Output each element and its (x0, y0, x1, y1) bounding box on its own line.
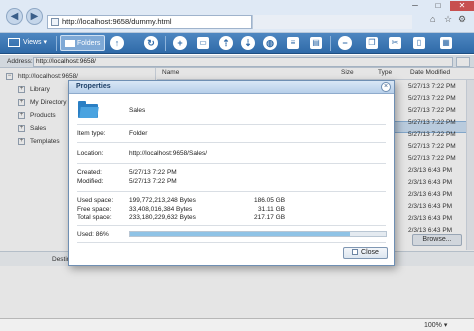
views-icon (8, 37, 20, 47)
tab-strip[interactable] (252, 15, 412, 29)
url-text: http://localhost:9658/dummy.html (62, 17, 172, 26)
usage-progress-fill (130, 232, 351, 236)
forward-button[interactable]: ▶ (26, 8, 43, 25)
minimize-button[interactable]: ─ (404, 1, 426, 11)
folder-icon (65, 39, 75, 47)
folder-icon (78, 101, 99, 118)
close-button-icon (352, 249, 359, 256)
item-name: Sales (129, 107, 146, 114)
used-percent-label: Used: 86% (77, 231, 109, 238)
divider (77, 163, 386, 164)
upload-icon[interactable]: ⇡ (219, 36, 233, 50)
properties-dialog: Properties × Sales Item type: Folder Loc… (68, 80, 395, 266)
used-space-label: Used space: (77, 197, 114, 204)
total-space-label: Total space: (77, 214, 112, 221)
dialog-title-bar[interactable]: Properties (69, 81, 394, 94)
delete-icon[interactable]: − (338, 36, 352, 50)
home-icon[interactable]: ⌂ (430, 14, 435, 24)
refresh-icon[interactable]: ↻ (144, 36, 158, 50)
location-value: http://localhost:9658/Sales/ (129, 150, 208, 157)
dialog-title: Properties (76, 83, 111, 90)
total-space-bytes: 233,180,229,632 Bytes (129, 214, 196, 221)
zoom-level[interactable]: 100% ▾ (424, 321, 447, 329)
maximize-button[interactable]: □ (427, 1, 449, 11)
modified-label: Modified: (77, 178, 104, 185)
more-icon[interactable]: ▦ (440, 37, 452, 49)
location-label: Location: (77, 150, 104, 157)
divider (77, 142, 386, 143)
used-space-gb: 186.05 GB (254, 197, 286, 204)
toolbar-divider (56, 36, 57, 51)
new-folder-icon[interactable]: ▭ (197, 37, 209, 49)
modified-value: 5/27/13 7:22 PM (129, 178, 177, 185)
created-label: Created: (77, 169, 102, 176)
copy-icon[interactable]: ❐ (366, 37, 378, 49)
globe-icon[interactable]: ◍ (263, 36, 277, 50)
item-type-value: Folder (129, 130, 148, 137)
properties-alt-icon[interactable]: ▤ (310, 37, 322, 49)
divider (77, 225, 386, 226)
views-button[interactable]: Views ▾ (8, 35, 47, 51)
free-space-label: Free space: (77, 206, 112, 213)
download-icon[interactable]: ⇣ (241, 36, 255, 50)
page-icon (51, 18, 59, 26)
used-space-bytes: 199,772,213,248 Bytes (129, 197, 196, 204)
browser-chrome: ◀ ▶ http://localhost:9658/dummy.html ─ □… (0, 0, 474, 33)
created-value: 5/27/13 7:22 PM (129, 169, 177, 176)
back-button[interactable]: ◀ (6, 8, 23, 25)
app-toolbar: Views ▾ Folders ↑ ↻ + ▭ ⇡ ⇣ ◍ ≡ ▤ − ❐ ✂ … (0, 33, 474, 54)
free-space-gb: 31.11 GB (258, 206, 285, 213)
close-button[interactable]: Close (343, 247, 388, 259)
free-space-bytes: 33,408,016,384 Bytes (129, 206, 193, 213)
properties-icon[interactable]: ≡ (287, 37, 299, 49)
window-close-button[interactable]: ✕ (450, 1, 474, 11)
settings-icon[interactable]: ⚙ (458, 14, 466, 25)
divider (77, 124, 386, 125)
cut-icon[interactable]: ✂ (389, 37, 401, 49)
divider (77, 242, 386, 243)
usage-progress-bar (129, 231, 387, 237)
toolbar-divider (165, 36, 166, 51)
new-icon[interactable]: + (173, 36, 187, 50)
dialog-close-icon[interactable]: × (381, 82, 391, 92)
item-type-label: Item type: (77, 130, 106, 137)
total-space-gb: 217.17 GB (254, 214, 286, 221)
url-bar[interactable]: http://localhost:9658/dummy.html (47, 15, 252, 29)
favorites-icon[interactable]: ☆ (444, 14, 452, 25)
folder-up-icon[interactable]: ↑ (110, 36, 124, 50)
folders-button[interactable]: Folders (60, 35, 106, 51)
divider (77, 191, 386, 192)
status-bar: 100% ▾ (0, 318, 474, 331)
toolbar-divider (330, 36, 331, 51)
paste-icon[interactable]: ▯ (413, 37, 425, 49)
